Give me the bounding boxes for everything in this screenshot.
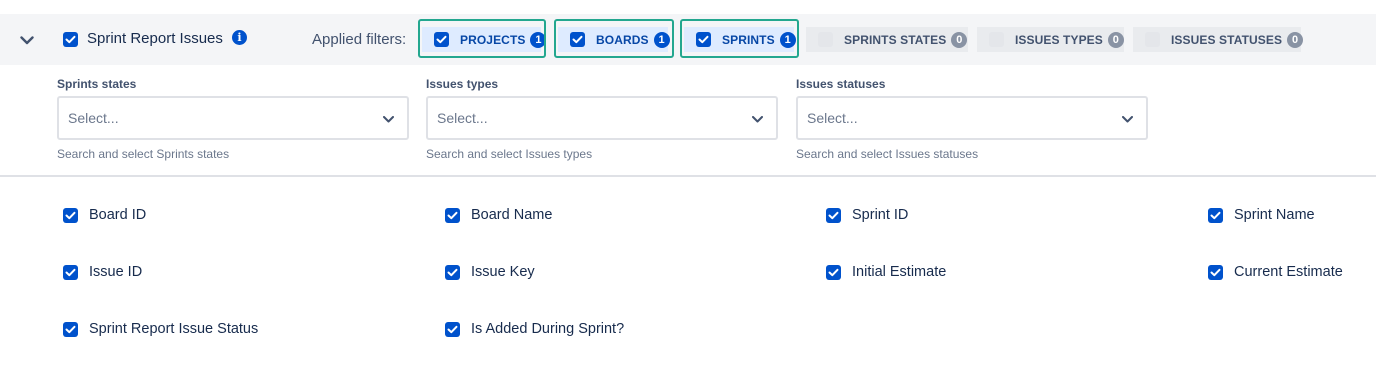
column-label: Board ID [89,207,147,223]
chevron-down-icon [750,112,764,126]
column-label: Board Name [471,207,553,223]
filter-chip-issues-types[interactable]: ISSUES TYPES 0 [977,27,1124,52]
column-label: Current Estimate [1234,264,1343,280]
column-checkbox[interactable] [1208,207,1223,223]
applied-filters-label: Applied filters: [312,31,407,48]
chip-count-badge: 0 [1287,31,1304,48]
info-icon[interactable]: i [232,30,247,45]
filter-chip-sprints[interactable]: SPRINTS 1 [684,27,796,52]
chip-label: ISSUES TYPES [1015,32,1103,47]
check-icon [436,35,447,44]
check-icon [65,325,76,333]
issues-types-label: Issues types [426,77,499,91]
select-placeholder: Select... [437,110,488,126]
chevron-down-icon [381,112,395,126]
check-icon [1210,268,1221,276]
check-icon [572,35,583,44]
column-checkbox[interactable] [63,207,78,223]
sprints-states-label: Sprints states [57,77,137,91]
column-checkbox[interactable] [445,264,460,280]
check-icon [828,211,839,219]
check-icon [1210,211,1221,219]
column-label: Sprint Name [1234,207,1315,223]
issues-statuses-select[interactable]: Select... [796,96,1148,140]
check-icon [698,35,709,44]
check-icon [65,268,76,276]
filter-chip-projects[interactable]: PROJECTS 1 [422,27,547,52]
filter-chip-issues-statuses[interactable]: ISSUES STATUSES 0 [1133,27,1304,52]
column-option-is-added-during-sprint[interactable]: Is Added During Sprint? [445,321,624,337]
column-label: Initial Estimate [852,264,947,280]
column-option-sprint-id[interactable]: Sprint ID [826,207,908,223]
chip-count-badge: 1 [530,31,547,48]
column-label: Issue Key [471,264,535,280]
chip-label: PROJECTS [460,32,526,47]
chip-checkbox[interactable] [696,32,711,47]
issues-statuses-help: Search and select Issues statuses [796,147,979,161]
check-icon [65,211,76,219]
check-icon [447,268,458,276]
check-icon [65,35,76,44]
column-label: Sprint ID [852,207,909,223]
chip-count-badge: 0 [1107,31,1124,48]
chip-label: BOARDS [596,32,649,47]
issues-types-select[interactable]: Select... [426,96,778,140]
check-icon [447,211,458,219]
filter-chip-sprints-states[interactable]: SPRINTS STATES 0 [806,27,968,52]
column-option-issue-key[interactable]: Issue Key [445,264,535,280]
column-checkbox[interactable] [445,207,460,223]
column-checkbox[interactable] [63,264,78,280]
column-label: Sprint Report Issue Status [89,321,259,337]
chip-count-badge: 1 [653,31,670,48]
chevron-down-icon [1120,112,1134,126]
column-option-initial-estimate[interactable]: Initial Estimate [826,264,946,280]
column-label: Is Added During Sprint? [471,321,625,337]
column-checkbox[interactable] [1208,264,1223,280]
column-option-sprint-report-issue-status[interactable]: Sprint Report Issue Status [63,321,258,337]
chip-count-badge: 1 [779,31,796,48]
sprints-states-help: Search and select Sprints states [57,147,230,161]
chip-label: ISSUES STATUSES [1171,32,1283,47]
column-option-board-id[interactable]: Board ID [63,207,146,223]
chip-label: SPRINTS [722,32,775,47]
section-divider [0,175,1376,177]
column-checkbox[interactable] [826,207,841,223]
check-icon [828,268,839,276]
chip-checkbox[interactable] [570,32,585,47]
collapse-chevron-icon[interactable] [17,30,37,50]
issues-statuses-label: Issues statuses [796,77,886,91]
chip-count-badge: 0 [951,31,968,48]
chip-label: SPRINTS STATES [844,32,947,47]
check-icon [447,325,458,333]
column-label: Issue ID [89,264,143,280]
chip-checkbox[interactable] [1145,32,1160,47]
chip-checkbox[interactable] [989,32,1004,47]
column-checkbox[interactable] [63,321,78,337]
filter-chip-boards[interactable]: BOARDS 1 [558,27,670,52]
issues-types-help: Search and select Issues types [426,147,593,161]
column-option-board-name[interactable]: Board Name [445,207,552,223]
chip-checkbox[interactable] [434,32,449,47]
column-checkbox[interactable] [826,264,841,280]
sprints-states-select[interactable]: Select... [57,96,409,140]
column-option-current-estimate[interactable]: Current Estimate [1208,264,1343,280]
column-option-sprint-name[interactable]: Sprint Name [1208,207,1315,223]
report-enable-checkbox[interactable] [63,32,78,47]
report-title: Sprint Report Issues [87,30,223,47]
column-checkbox[interactable] [445,321,460,337]
column-option-issue-id[interactable]: Issue ID [63,264,142,280]
select-placeholder: Select... [807,110,858,126]
select-placeholder: Select... [68,110,119,126]
chip-checkbox[interactable] [818,32,833,47]
